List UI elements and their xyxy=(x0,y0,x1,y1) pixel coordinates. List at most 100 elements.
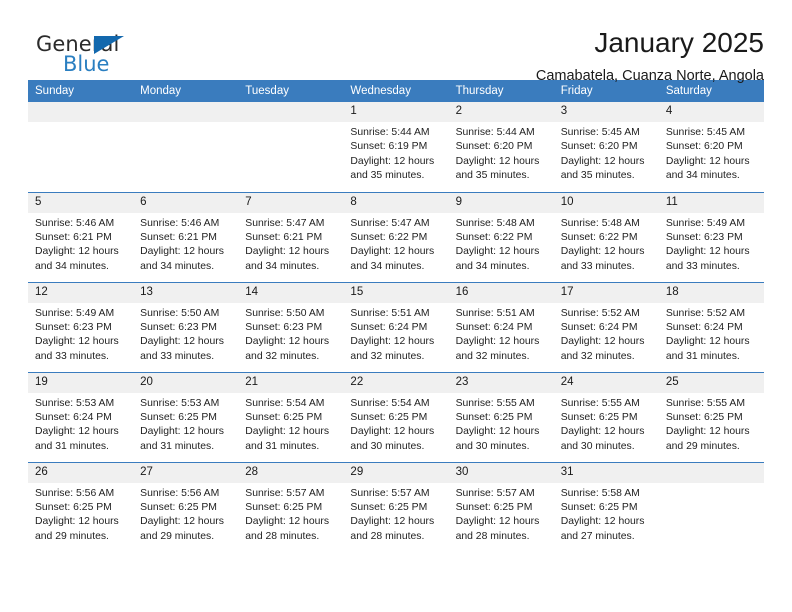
day-cell[interactable]: 4 Sunrise: 5:45 AM Sunset: 6:20 PM Daylight… xyxy=(658,102,764,192)
daylight-text-line1: Daylight: 12 hours xyxy=(35,516,119,528)
daylight-text-line1: Daylight: 12 hours xyxy=(245,426,330,438)
day-cell[interactable]: 2 Sunrise: 5:44 AM Sunset: 6:20 PM Daylight… xyxy=(448,102,554,192)
daylight-text-line1: Daylight: 12 hours xyxy=(455,246,540,258)
day-cell[interactable]: 3 Sunrise: 5:45 AM Sunset: 6:20 PM Daylight… xyxy=(553,102,659,192)
day-cell[interactable]: 1 Sunrise: 5:44 AM Sunset: 6:19 PM Daylight… xyxy=(343,102,449,192)
day-cell[interactable]: 7 Sunrise: 5:47 AM Sunset: 6:21 PM Daylight… xyxy=(238,191,344,282)
daylight-text-line2: and 31 minutes. xyxy=(245,440,320,452)
day-cell[interactable]: 10 Sunrise: 5:48 AM Sunset: 6:22 PM Dayligh… xyxy=(553,191,659,282)
day-cell[interactable]: 16 Sunrise: 5:51 AM Sunset: 6:24 PM Dayligh… xyxy=(448,281,554,372)
day-cell[interactable]: 28 Sunrise: 5:57 AM Sunset: 6:25 PM Dayligh… xyxy=(238,461,344,552)
daylight-text-line1: Daylight: 12 hours xyxy=(350,426,435,438)
daylight-text-line2: and 32 minutes. xyxy=(350,350,425,362)
day-cell[interactable]: 19 Sunrise: 5:53 AM Sunset: 6:24 PM Dayligh… xyxy=(28,371,134,462)
day-info: Sunrise: 5:49 AM Sunset: 6:23 PM Daylight:… xyxy=(659,213,764,275)
sunset-text: Sunset: 6:25 PM xyxy=(350,411,428,423)
calendar-page: General Blue January 2025 Camabatela, Cu… xyxy=(0,0,792,612)
day-cell[interactable]: 20 Sunrise: 5:53 AM Sunset: 6:25 PM Dayligh… xyxy=(133,371,239,462)
daylight-text-line2: and 29 minutes. xyxy=(140,530,215,542)
day-cell[interactable]: 29 Sunrise: 5:57 AM Sunset: 6:25 PM Dayligh… xyxy=(343,461,449,552)
day-cell[interactable]: 30 Sunrise: 5:57 AM Sunset: 6:25 PM Dayligh… xyxy=(448,461,554,552)
day-cell[interactable] xyxy=(133,102,239,192)
day-cell[interactable]: 14 Sunrise: 5:50 AM Sunset: 6:23 PM Dayligh… xyxy=(238,281,344,372)
sunrise-text: Sunrise: 5:50 AM xyxy=(245,307,325,319)
day-cell[interactable]: 31 Sunrise: 5:58 AM Sunset: 6:25 PM Dayligh… xyxy=(553,461,659,552)
daylight-text-line1: Daylight: 12 hours xyxy=(350,155,435,167)
day-cell[interactable]: 27 Sunrise: 5:56 AM Sunset: 6:25 PM Dayligh… xyxy=(133,461,239,552)
day-cell[interactable]: 22 Sunrise: 5:54 AM Sunset: 6:25 PM Dayligh… xyxy=(343,371,449,462)
daylight-text-line2: and 31 minutes. xyxy=(140,440,215,452)
day-cell[interactable]: 18 Sunrise: 5:52 AM Sunset: 6:24 PM Dayligh… xyxy=(658,281,764,372)
daylight-text-line2: and 33 minutes. xyxy=(140,350,215,362)
day-cell[interactable]: 11 Sunrise: 5:49 AM Sunset: 6:23 PM Dayligh… xyxy=(658,191,764,282)
sunrise-text: Sunrise: 5:58 AM xyxy=(560,487,640,499)
day-number: 7 xyxy=(238,192,344,213)
day-info: Sunrise: 5:53 AM Sunset: 6:25 PM Daylight:… xyxy=(133,393,238,455)
day-number: 3 xyxy=(553,102,659,122)
sunrise-text: Sunrise: 5:44 AM xyxy=(350,127,430,138)
day-cell[interactable]: 8 Sunrise: 5:47 AM Sunset: 6:22 PM Daylight… xyxy=(343,191,449,282)
day-number: 13 xyxy=(133,282,239,303)
sunrise-text: Sunrise: 5:57 AM xyxy=(350,487,430,499)
day-cell[interactable]: 15 Sunrise: 5:51 AM Sunset: 6:24 PM Dayligh… xyxy=(343,281,449,372)
day-cell[interactable]: 24 Sunrise: 5:55 AM Sunset: 6:25 PM Dayligh… xyxy=(553,371,659,462)
day-info: Sunrise: 5:46 AM Sunset: 6:21 PM Daylight:… xyxy=(28,213,133,275)
sunrise-text: Sunrise: 5:48 AM xyxy=(560,217,640,229)
day-cell[interactable]: 23 Sunrise: 5:55 AM Sunset: 6:25 PM Dayligh… xyxy=(448,371,554,462)
sunrise-text: Sunrise: 5:48 AM xyxy=(455,217,535,229)
day-cell[interactable]: 9 Sunrise: 5:48 AM Sunset: 6:22 PM Daylight… xyxy=(448,191,554,282)
daylight-text-line2: and 28 minutes. xyxy=(455,530,530,542)
day-info xyxy=(133,122,238,126)
day-info: Sunrise: 5:56 AM Sunset: 6:25 PM Daylight:… xyxy=(28,483,133,545)
daylight-text-line1: Daylight: 12 hours xyxy=(350,336,435,348)
day-cell[interactable] xyxy=(28,102,134,192)
day-info: Sunrise: 5:58 AM Sunset: 6:25 PM Daylight:… xyxy=(554,483,659,545)
daylight-text-line1: Daylight: 12 hours xyxy=(350,516,435,528)
daylight-text-line2: and 29 minutes. xyxy=(35,530,109,542)
day-info: Sunrise: 5:45 AM Sunset: 6:20 PM Daylight:… xyxy=(659,122,764,184)
sunrise-text: Sunrise: 5:52 AM xyxy=(665,307,745,319)
day-cell[interactable]: 26 Sunrise: 5:56 AM Sunset: 6:25 PM Dayligh… xyxy=(28,461,134,552)
sunrise-text: Sunrise: 5:45 AM xyxy=(665,127,745,138)
day-info: Sunrise: 5:45 AM Sunset: 6:20 PM Daylight:… xyxy=(554,122,659,184)
daylight-text-line2: and 34 minutes. xyxy=(455,260,530,272)
daylight-text-line2: and 35 minutes. xyxy=(350,170,425,182)
daylight-text-line1: Daylight: 12 hours xyxy=(665,426,750,438)
daylight-text-line2: and 34 minutes. xyxy=(140,260,215,272)
daylight-text-line1: Daylight: 12 hours xyxy=(560,516,645,528)
page-title: January 2025 xyxy=(594,27,764,58)
sunrise-text: Sunrise: 5:55 AM xyxy=(665,397,745,409)
day-info: Sunrise: 5:56 AM Sunset: 6:25 PM Daylight:… xyxy=(133,483,238,545)
day-cell[interactable]: 13 Sunrise: 5:50 AM Sunset: 6:23 PM Dayligh… xyxy=(133,281,239,372)
sunrise-text: Sunrise: 5:54 AM xyxy=(350,397,430,409)
weekday-header-wednesday: Wednesday xyxy=(343,80,449,102)
day-cell[interactable] xyxy=(238,102,344,192)
day-number xyxy=(238,102,344,122)
day-cell[interactable]: 12 Sunrise: 5:49 AM Sunset: 6:23 PM Dayligh… xyxy=(28,281,134,372)
day-cell[interactable] xyxy=(658,461,764,552)
calendar-week-row: 12 Sunrise: 5:49 AM Sunset: 6:23 PM Dayligh… xyxy=(28,281,764,372)
daylight-text-line2: and 33 minutes. xyxy=(665,260,740,272)
day-number: 22 xyxy=(343,372,449,393)
daylight-text-line2: and 35 minutes. xyxy=(560,170,635,182)
day-cell[interactable]: 25 Sunrise: 5:55 AM Sunset: 6:25 PM Dayligh… xyxy=(658,371,764,462)
sunset-text: Sunset: 6:23 PM xyxy=(140,321,217,333)
weekday-header-tuesday: Tuesday xyxy=(238,80,344,102)
day-number: 5 xyxy=(28,192,134,213)
day-number: 10 xyxy=(553,192,659,213)
daylight-text-line2: and 28 minutes. xyxy=(245,530,320,542)
day-cell[interactable]: 5 Sunrise: 5:46 AM Sunset: 6:21 PM Daylight… xyxy=(28,191,134,282)
day-cell[interactable]: 21 Sunrise: 5:54 AM Sunset: 6:25 PM Dayligh… xyxy=(238,371,344,462)
day-cell[interactable]: 6 Sunrise: 5:46 AM Sunset: 6:21 PM Daylight… xyxy=(133,191,239,282)
sunset-text: Sunset: 6:25 PM xyxy=(560,411,638,423)
day-number: 2 xyxy=(448,102,554,122)
sunset-text: Sunset: 6:24 PM xyxy=(350,321,428,333)
daylight-text-line1: Daylight: 12 hours xyxy=(560,155,645,167)
day-number: 4 xyxy=(658,102,764,122)
sunrise-text: Sunrise: 5:51 AM xyxy=(350,307,430,319)
calendar-body: 1 Sunrise: 5:44 AM Sunset: 6:19 PM Daylight… xyxy=(28,102,764,552)
day-info xyxy=(28,122,133,126)
daylight-text-line2: and 34 minutes. xyxy=(350,260,425,272)
day-cell[interactable]: 17 Sunrise: 5:52 AM Sunset: 6:24 PM Dayligh… xyxy=(553,281,659,372)
general-blue-logo[interactable]: General Blue xyxy=(28,26,148,82)
